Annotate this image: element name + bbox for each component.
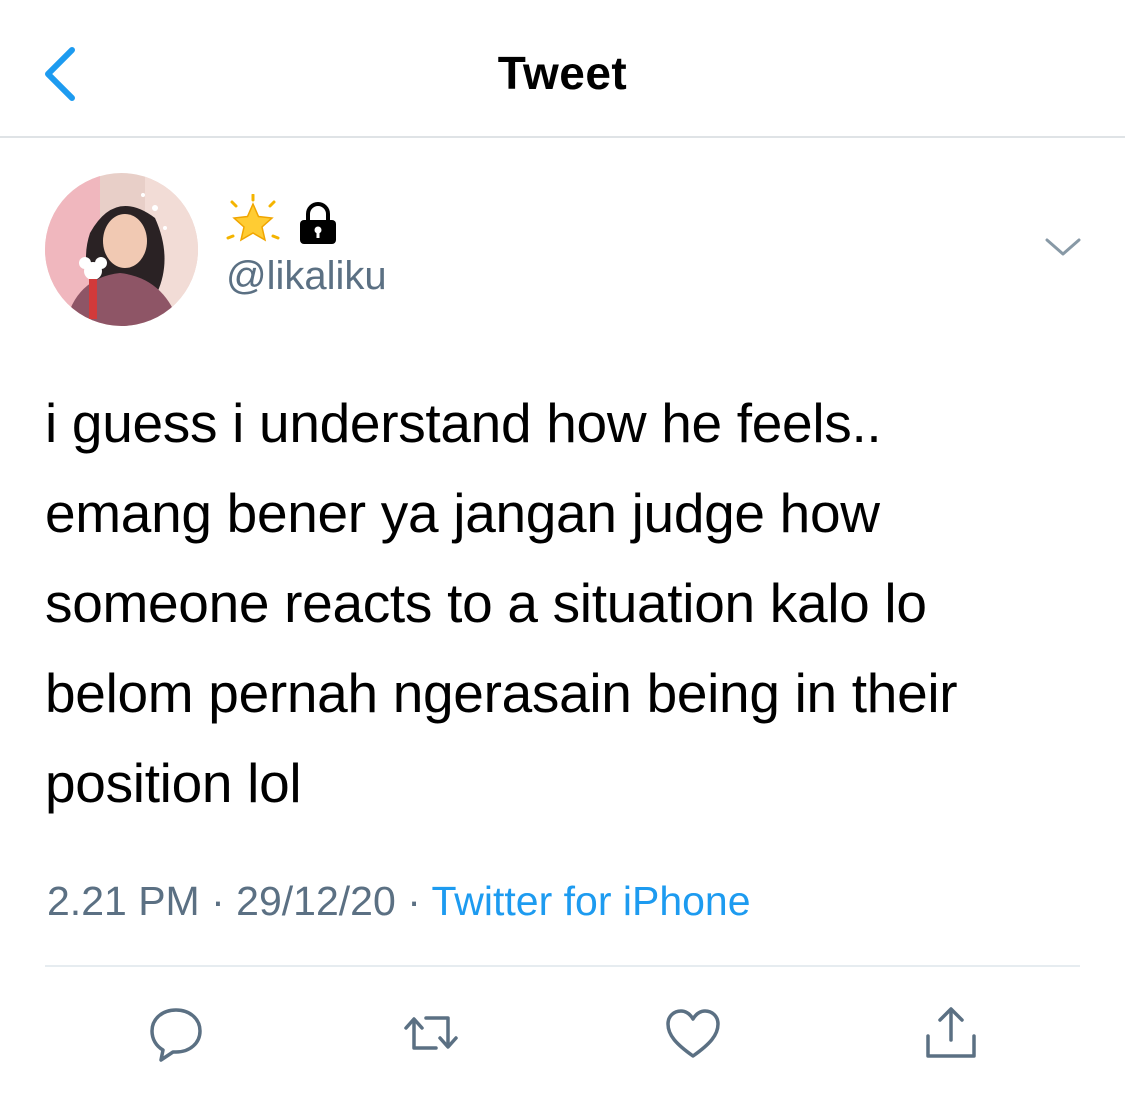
tweet-source-link[interactable]: Twitter for iPhone [432,878,751,924]
divider [45,965,1080,967]
page-title: Tweet [497,47,628,99]
like-icon[interactable] [662,1002,724,1064]
share-icon[interactable] [920,1002,982,1064]
lock-icon [300,202,336,244]
retweet-icon[interactable] [400,1002,462,1064]
chevron-down-icon[interactable] [1041,232,1085,262]
nav-header: Tweet [0,0,1125,138]
reply-icon[interactable] [145,1002,207,1064]
avatar[interactable] [45,173,198,326]
tweet-meta: 2.21 PM · 29/12/20 · Twitter for iPhone [47,878,751,925]
tweet-date: 29/12/20 [236,878,396,924]
meta-separator: · [211,878,225,924]
tweet-text: i guess i understand how he feels.. eman… [45,392,958,814]
meta-separator: · [407,878,421,924]
user-handle[interactable]: @likaliku [226,254,387,299]
glowing-star-icon [226,194,280,242]
tweet-time: 2.21 PM [47,878,200,924]
